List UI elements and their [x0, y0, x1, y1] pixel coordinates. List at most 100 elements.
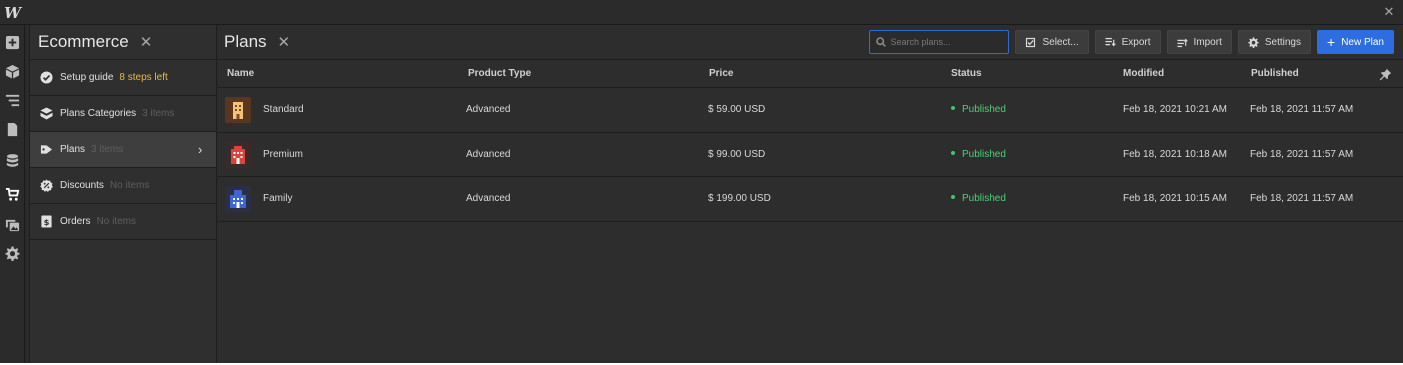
add-icon[interactable]	[0, 28, 25, 56]
building-icon	[233, 102, 243, 119]
plan-modified: Feb 18, 2021 10:15 AM	[1123, 193, 1227, 204]
building-icon	[230, 190, 246, 208]
close-editor-button[interactable]: ✕	[1381, 4, 1397, 20]
plan-thumbnail	[225, 186, 251, 212]
status-badge: Published	[951, 104, 1006, 115]
panel-header: Plans ✕ Select... Export Import	[218, 25, 1403, 60]
ecommerce-sidebar: Ecommerce ✕ Setup guide 8 steps left Pla…	[29, 25, 217, 363]
status-dot	[951, 195, 955, 200]
table-row[interactable]: Standard Advanced $ 59.00 USD Published …	[218, 88, 1403, 133]
plan-name: Standard	[263, 104, 304, 115]
plan-price: $ 59.00 USD	[708, 104, 766, 115]
import-button[interactable]: Import	[1166, 30, 1232, 54]
status-text: Published	[962, 104, 1006, 115]
settings-icon[interactable]	[0, 239, 25, 267]
column-header-product-type[interactable]: Product Type	[468, 68, 531, 79]
status-text: Published	[962, 148, 1006, 160]
chevron-right-icon: ›	[198, 142, 203, 157]
sidebar-item-label: Orders	[60, 216, 91, 227]
page-title: Plans	[224, 32, 267, 51]
cms-icon[interactable]	[0, 146, 25, 174]
assets-icon[interactable]	[0, 210, 25, 238]
plan-name: Premium	[263, 148, 304, 160]
column-header-modified[interactable]: Modified	[1123, 68, 1164, 79]
plan-modified: Feb 18, 2021 10:21 AM	[1123, 104, 1227, 115]
close-panel-button[interactable]: ✕	[278, 33, 291, 51]
sidebar-item-label: Discounts	[60, 180, 104, 191]
ecommerce-icon[interactable]	[0, 180, 25, 208]
toolbar: Select... Export Import Settings + New P…	[869, 30, 1394, 54]
sidebar-item-meta: No items	[96, 216, 137, 227]
column-header-price[interactable]: Price	[709, 68, 733, 79]
import-button-label: Import	[1193, 36, 1222, 48]
status-dot	[951, 150, 955, 155]
pages-icon[interactable]	[0, 115, 25, 143]
select-button[interactable]: Select...	[1015, 30, 1089, 54]
plan-published: Feb 18, 2021 11:57 AM	[1250, 193, 1354, 204]
status-badge: Published	[951, 193, 1006, 204]
building-icon	[231, 145, 245, 164]
category-icon	[40, 107, 53, 120]
webflow-editor: W ✕ Ecommerce ✕ Setup guide 8 steps left…	[0, 0, 1403, 363]
sidebar-item-label: Plans Categories	[60, 108, 137, 119]
plan-published: Feb 18, 2021 11:57 AM	[1250, 148, 1354, 160]
plan-name: Family	[263, 193, 293, 204]
column-header-name[interactable]: Name	[227, 68, 254, 79]
plus-icon: +	[1327, 34, 1336, 50]
sidebar-item-meta: No items	[109, 180, 150, 191]
plans-panel: Plans ✕ Select... Export Import	[218, 25, 1403, 363]
new-plan-button[interactable]: + New Plan	[1317, 30, 1394, 54]
column-header-status[interactable]: Status	[951, 68, 982, 79]
settings-button-label: Settings	[1264, 36, 1301, 48]
settings-button[interactable]: Settings	[1237, 30, 1311, 54]
gear-icon	[1248, 36, 1259, 48]
status-dot	[951, 106, 955, 111]
sidebar-item-setup-guide[interactable]: Setup guide 8 steps left	[30, 60, 216, 96]
plan-product-type: Advanced	[466, 104, 511, 115]
column-header-published[interactable]: Published	[1251, 68, 1299, 79]
box-icon[interactable]	[0, 57, 25, 85]
status-badge: Published	[951, 149, 1006, 160]
pin-icon[interactable]	[1379, 68, 1392, 81]
search-input[interactable]	[890, 37, 1001, 47]
import-icon	[1176, 38, 1188, 47]
navigator-icon[interactable]	[0, 86, 25, 114]
plan-thumbnail	[225, 97, 251, 123]
sidebar-item-meta: 3 items	[91, 144, 124, 155]
close-sidebar-button[interactable]: ✕	[140, 33, 153, 51]
select-button-label: Select...	[1042, 36, 1079, 48]
plan-price: $ 199.00 USD	[708, 193, 771, 204]
sidebar-item-plans-categories[interactable]: Plans Categories 3 items	[30, 96, 216, 132]
export-icon	[1105, 37, 1116, 46]
plan-thumbnail	[225, 141, 251, 168]
discount-icon	[40, 179, 53, 192]
sidebar-item-meta: 8 steps left	[119, 72, 168, 83]
webflow-logo[interactable]: W	[0, 0, 25, 25]
tag-icon	[40, 143, 53, 156]
sidebar-item-label: Setup guide	[60, 72, 114, 83]
checkbox-icon	[1026, 37, 1036, 47]
table-header: Name Product Type Price Status Modified …	[218, 60, 1403, 88]
plan-product-type: Advanced	[466, 193, 511, 204]
orders-icon: $	[40, 215, 53, 228]
table-row[interactable]: Premium Advanced $ 99.00 USD Published F…	[218, 133, 1403, 177]
icon-rail	[0, 25, 25, 363]
plan-product-type: Advanced	[466, 148, 511, 160]
new-plan-button-label: New Plan	[1341, 36, 1384, 48]
export-button[interactable]: Export	[1094, 30, 1161, 54]
export-button-label: Export	[1121, 36, 1151, 48]
plan-modified: Feb 18, 2021 10:18 AM	[1123, 148, 1227, 160]
search-icon	[876, 37, 887, 47]
top-bar: W ✕	[0, 0, 1403, 25]
sidebar-title: Ecommerce	[38, 32, 129, 51]
sidebar-item-label: Plans	[60, 144, 86, 155]
plan-price: $ 99.00 USD	[708, 148, 766, 160]
sidebar-item-meta: 3 items	[142, 108, 175, 119]
status-text: Published	[962, 193, 1006, 204]
search-box[interactable]	[869, 30, 1010, 54]
plan-published: Feb 18, 2021 11:57 AM	[1250, 104, 1354, 115]
sidebar-item-plans[interactable]: Plans 3 items ›	[30, 132, 216, 168]
sidebar-item-discounts[interactable]: Discounts No items	[30, 168, 216, 204]
table-row[interactable]: Family Advanced $ 199.00 USD Published F…	[218, 177, 1403, 222]
sidebar-item-orders[interactable]: $ Orders No items	[30, 204, 216, 240]
